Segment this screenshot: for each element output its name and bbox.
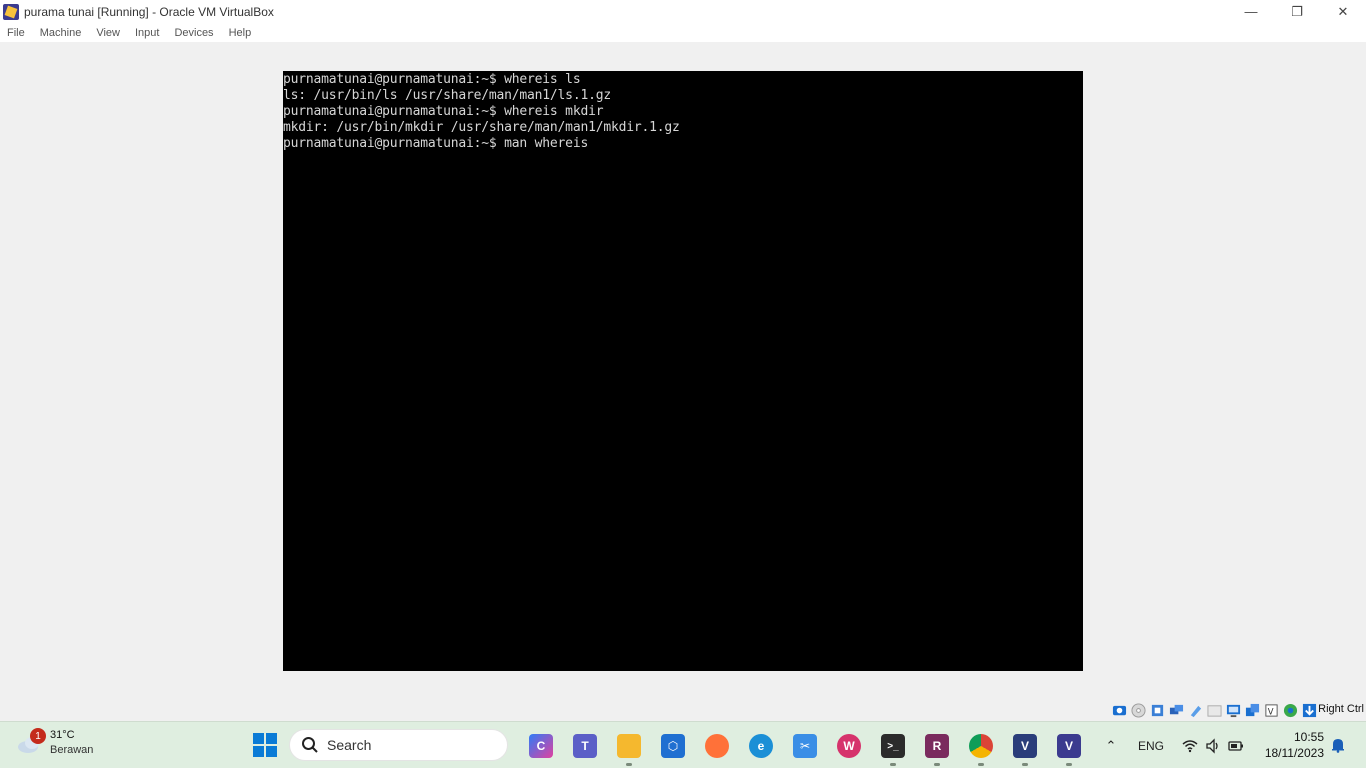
display-icon[interactable] xyxy=(1225,702,1241,718)
wifi-icon xyxy=(1182,739,1198,752)
console-line: ls: /usr/bin/ls /usr/share/man/man1/ls.1… xyxy=(283,88,611,103)
search-label: Search xyxy=(327,737,372,753)
menu-file[interactable]: File xyxy=(7,27,25,39)
shared-folders-icon[interactable] xyxy=(1206,702,1222,718)
network-icon[interactable] xyxy=(1168,702,1184,718)
weather-widget[interactable]: 1 31°C Berawan xyxy=(16,728,93,758)
console-line: purnamatunai@purnamatunai:~$ whereis ls xyxy=(283,72,581,87)
window-title: purama tunai [Running] - Oracle VM Virtu… xyxy=(24,4,274,19)
system-tray: ⌃ ENG xyxy=(1100,722,1244,768)
weather-temperature: 31°C xyxy=(50,729,75,741)
optical-drive-icon[interactable] xyxy=(1130,702,1146,718)
menu-machine[interactable]: Machine xyxy=(40,27,82,39)
console-line: purnamatunai@purnamatunai:~$ man whereis xyxy=(283,136,589,151)
restore-button[interactable]: ❐ xyxy=(1274,0,1320,23)
copilot-icon[interactable]: C xyxy=(519,730,563,762)
audio-icon[interactable] xyxy=(1149,702,1165,718)
vm-console-screen[interactable]: purnamatunai@purnamatunai:~$ whereis ls … xyxy=(283,71,1083,671)
vm-status-bar: V Right Ctrl xyxy=(0,698,1366,721)
svg-text:V: V xyxy=(1267,706,1273,716)
mouse-integration-icon[interactable] xyxy=(1301,702,1317,718)
teams-icon[interactable]: T xyxy=(563,730,607,762)
minimize-button[interactable]: — xyxy=(1228,0,1274,23)
weather-description: Berawan xyxy=(50,744,94,756)
title-bar: purama tunai [Running] - Oracle VM Virtu… xyxy=(0,0,1366,23)
file-explorer-icon[interactable] xyxy=(607,730,651,766)
vm-display-area: purnamatunai@purnamatunai:~$ whereis ls … xyxy=(0,42,1366,698)
window-controls: — ❐ ✕ xyxy=(1228,0,1366,23)
menu-view[interactable]: View xyxy=(96,27,120,39)
input-language-indicator[interactable]: ENG xyxy=(1138,739,1164,753)
close-button[interactable]: ✕ xyxy=(1320,0,1366,23)
windows-taskbar: 1 31°C Berawan Search C T ⬡ e ✂ W >_ R V… xyxy=(0,721,1366,768)
menu-help[interactable]: Help xyxy=(229,27,252,39)
console-line: mkdir: /usr/bin/mkdir /usr/share/man/man… xyxy=(283,120,680,135)
quick-settings[interactable] xyxy=(1182,737,1244,754)
battery-icon xyxy=(1228,740,1244,751)
start-button[interactable] xyxy=(253,733,277,757)
wps-office-icon[interactable]: W xyxy=(827,730,871,762)
notification-badge: 1 xyxy=(30,728,46,744)
volume-icon xyxy=(1206,737,1218,754)
cloud-icon: 1 xyxy=(16,728,46,756)
search-icon xyxy=(302,737,318,753)
usb-icon[interactable] xyxy=(1187,702,1203,718)
taskbar-clock[interactable]: 10:55 18/11/2023 xyxy=(1252,729,1324,761)
hard-disk-icon[interactable] xyxy=(1111,702,1127,718)
menu-bar: File Machine View Input Devices Help xyxy=(0,23,1366,42)
taskbar-search-box[interactable]: Search xyxy=(289,729,508,761)
edge-icon[interactable]: e xyxy=(739,730,783,762)
menu-input[interactable]: Input xyxy=(135,27,159,39)
clock-time: 10:55 xyxy=(1293,730,1324,744)
console-line: purnamatunai@purnamatunai:~$ whereis mkd… xyxy=(283,104,604,119)
firefox-icon[interactable] xyxy=(695,730,739,762)
virtualbox-vm-icon[interactable]: V xyxy=(1047,730,1091,766)
winrar-icon[interactable]: R xyxy=(915,730,959,766)
cpu-icon[interactable] xyxy=(1282,702,1298,718)
clock-date: 18/11/2023 xyxy=(1264,746,1324,760)
notification-bell-icon[interactable] xyxy=(1330,737,1346,753)
dev-tool-icon[interactable]: ⬡ xyxy=(651,730,695,762)
virtualbox-icon[interactable]: V xyxy=(1003,730,1047,766)
show-hidden-icons-button[interactable]: ⌃ xyxy=(1100,738,1122,754)
menu-devices[interactable]: Devices xyxy=(174,27,213,39)
virtualbox-app-icon xyxy=(3,3,19,20)
host-key-label[interactable]: Right Ctrl xyxy=(1318,703,1364,715)
terminal-icon[interactable]: >_ xyxy=(871,730,915,766)
recording-icon[interactable]: V xyxy=(1263,702,1279,718)
video-capture-icon[interactable] xyxy=(1244,702,1260,718)
snipping-tool-icon[interactable]: ✂ xyxy=(783,730,827,762)
pinned-apps: C T ⬡ e ✂ W >_ R V V xyxy=(519,730,1091,766)
chrome-icon[interactable] xyxy=(959,730,1003,766)
